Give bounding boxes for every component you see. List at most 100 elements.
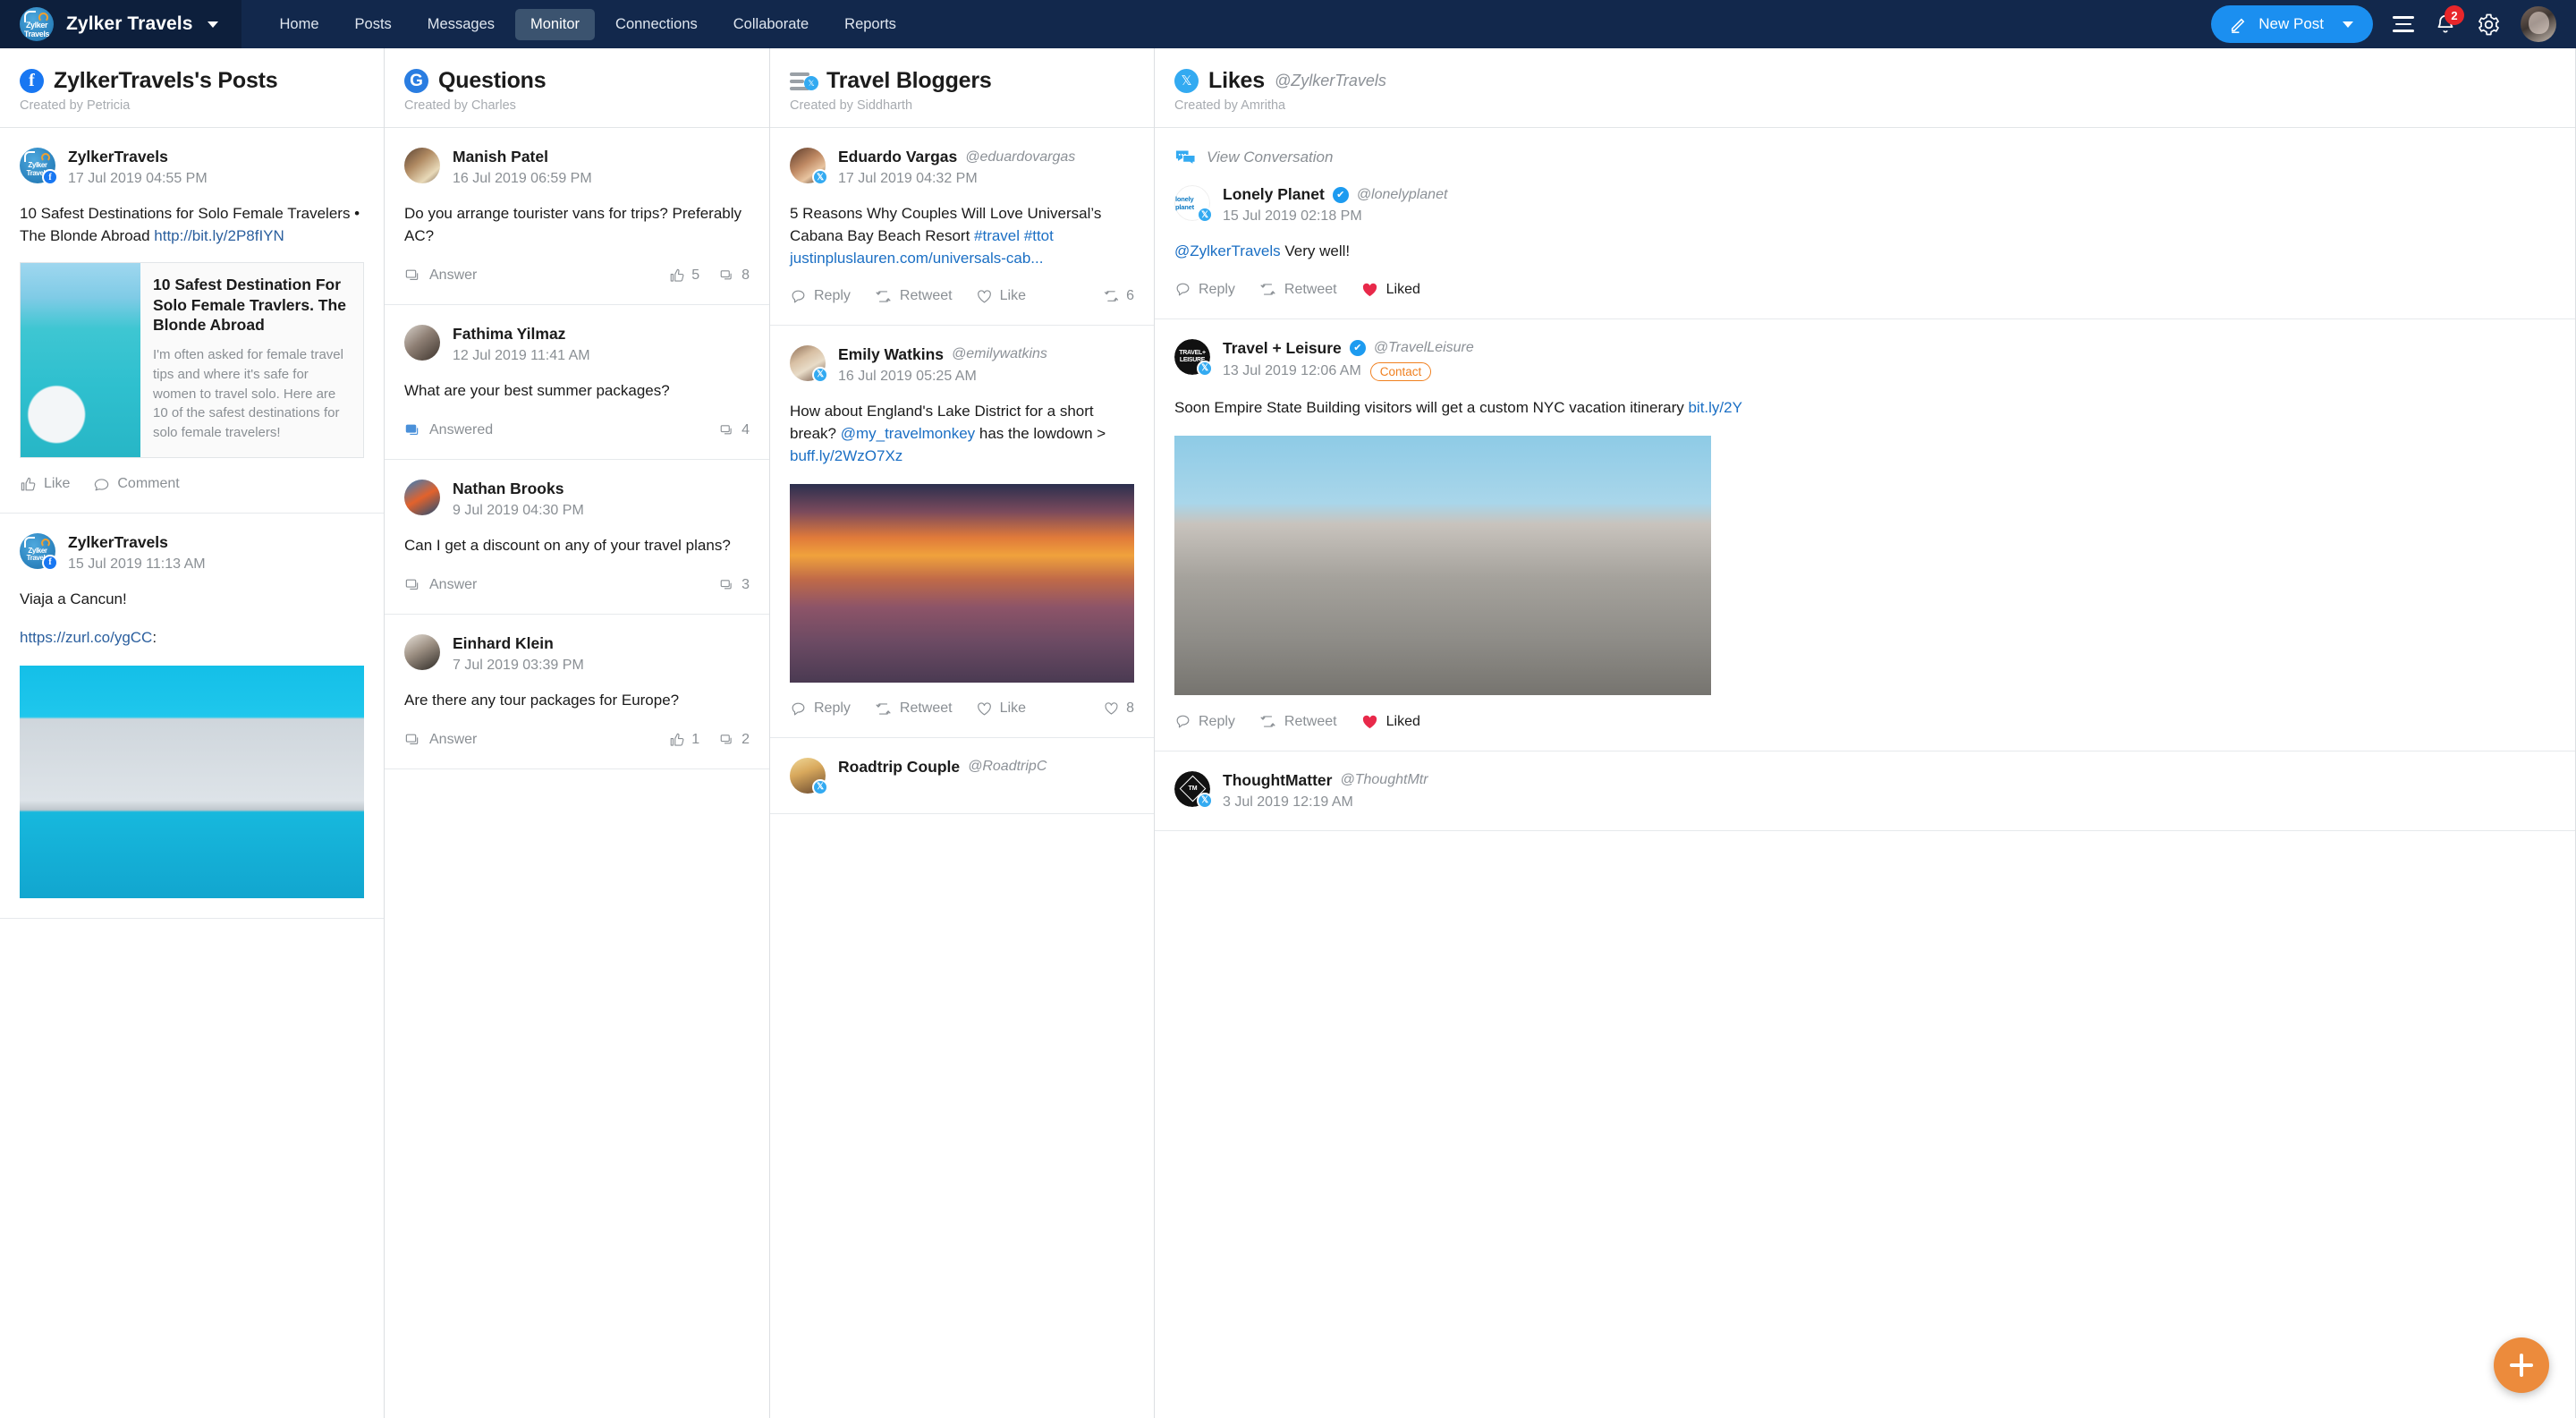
question-card[interactable]: Einhard Klein 7 Jul 2019 03:39 PM Are th… — [385, 615, 769, 769]
tweet-handle[interactable]: @ThoughtMtr — [1340, 772, 1428, 788]
chevron-down-icon[interactable] — [207, 21, 218, 28]
retweet-button[interactable]: Retweet — [874, 701, 953, 717]
question-card[interactable]: Fathima Yilmaz 12 Jul 2019 11:41 AM What… — [385, 305, 769, 460]
menu-icon[interactable] — [2393, 16, 2414, 32]
tweet-author[interactable]: Emily Watkins — [838, 345, 944, 364]
tweet-text: 5 Reasons Why Couples Will Love Universa… — [790, 203, 1134, 270]
comment-count-value: 4 — [741, 422, 750, 438]
nav-item-reports[interactable]: Reports — [829, 9, 911, 40]
column-body[interactable]: Manish Patel 16 Jul 2019 06:59 PM Do you… — [385, 128, 769, 1418]
nav-item-collaborate[interactable]: Collaborate — [718, 9, 824, 40]
avatar[interactable]: 𝕏 — [790, 757, 828, 795]
tweet-link[interactable]: buff.ly/2WzO7Xz — [790, 447, 902, 464]
reply-button[interactable]: Reply — [1174, 281, 1235, 298]
avatar[interactable]: TRAVEL+ LEISURE 𝕏 — [1174, 338, 1213, 377]
tweet-card[interactable]: TRAVEL+ LEISURE 𝕏 Travel + Leisure ✔ @Tra… — [1155, 319, 2575, 751]
retweet-label: Retweet — [1284, 713, 1337, 729]
avatar[interactable]: 𝕏 — [790, 344, 828, 383]
like-button[interactable]: Like — [20, 476, 70, 493]
nav-item-messages[interactable]: Messages — [412, 9, 510, 40]
retweet-button[interactable]: Retweet — [1258, 713, 1337, 730]
post-image[interactable] — [20, 665, 364, 898]
question-author[interactable]: Einhard Klein — [453, 634, 554, 653]
tweet-card[interactable]: View Conversation lonely planet 𝕏 Lonely… — [1155, 128, 2575, 319]
contact-badge[interactable]: Contact — [1369, 361, 1432, 381]
retweet-count-value: 6 — [1126, 288, 1134, 304]
tweet-handle[interactable]: @lonelyplanet — [1357, 187, 1448, 203]
answer-button[interactable]: Answer — [404, 732, 477, 749]
nav-item-connections[interactable]: Connections — [600, 9, 713, 40]
answer-label: Answer — [429, 577, 478, 593]
liked-button[interactable]: Liked — [1360, 713, 1420, 731]
add-column-fab-button[interactable] — [2494, 1337, 2549, 1393]
avatar[interactable] — [404, 148, 440, 183]
tweet-link[interactable]: bit.ly/2Y — [1688, 399, 1741, 416]
new-post-chevron-icon[interactable] — [2343, 21, 2353, 28]
answer-button[interactable]: Answer — [404, 577, 477, 594]
tweet-handle[interactable]: @eduardovargas — [965, 149, 1075, 166]
post-link[interactable]: https://zurl.co/ygCC — [20, 629, 152, 646]
avatar[interactable]: Zylker Travels f — [20, 148, 58, 185]
nav-item-posts[interactable]: Posts — [340, 9, 407, 40]
tweet-hashtags[interactable]: #travel #ttot — [974, 227, 1054, 244]
tweet-author[interactable]: ThoughtMatter — [1223, 771, 1332, 790]
answer-button[interactable]: Answer — [404, 267, 477, 284]
reply-button[interactable]: Reply — [1174, 713, 1235, 730]
reply-button[interactable]: Reply — [790, 701, 851, 717]
notifications-button[interactable]: 2 — [2434, 5, 2464, 37]
column-body[interactable]: View Conversation lonely planet 𝕏 Lonely… — [1155, 128, 2575, 1418]
tweet-link[interactable]: justinpluslauren.com/universals-cab... — [790, 250, 1043, 267]
view-conversation-button[interactable]: View Conversation — [1174, 148, 2555, 167]
reply-button[interactable]: Reply — [790, 288, 851, 305]
question-card[interactable]: Manish Patel 16 Jul 2019 06:59 PM Do you… — [385, 128, 769, 305]
tweet-author[interactable]: Travel + Leisure — [1223, 339, 1342, 358]
post-card[interactable]: Zylker Travels f ZylkerTravels 17 Jul 201… — [0, 128, 384, 514]
tweet-author[interactable]: Roadtrip Couple — [838, 758, 960, 777]
avatar[interactable] — [404, 633, 440, 670]
tweet-card[interactable]: 𝕏 Roadtrip Couple @RoadtripC — [770, 738, 1154, 814]
avatar[interactable] — [404, 479, 440, 515]
post-author[interactable]: ZylkerTravels — [68, 148, 168, 166]
like-button[interactable]: Like — [976, 288, 1026, 305]
like-button[interactable]: Like — [976, 701, 1026, 717]
new-post-button[interactable]: New Post — [2211, 5, 2373, 43]
settings-button[interactable] — [2477, 13, 2501, 37]
tweet-card[interactable]: 𝕏 ThoughtMatter @ThoughtMtr 3 Jul 2019 1… — [1155, 751, 2575, 831]
tweet-handle[interactable]: @TravelLeisure — [1374, 340, 1474, 356]
tweet-mention[interactable]: @my_travelmonkey — [841, 425, 975, 442]
tweet-handle[interactable]: @RoadtripC — [968, 759, 1046, 775]
liked-button[interactable]: Liked — [1360, 281, 1420, 299]
column-body[interactable]: 𝕏 Eduardo Vargas @eduardovargas 17 Jul 2… — [770, 128, 1154, 1418]
comment-button[interactable]: Comment — [93, 476, 180, 493]
post-card[interactable]: Zylker Travels f ZylkerTravels 15 Jul 201… — [0, 514, 384, 919]
tweet-mention[interactable]: @ZylkerTravels — [1174, 242, 1281, 259]
question-author[interactable]: Manish Patel — [453, 148, 548, 166]
tweet-actions: Reply Retweet Liked — [1174, 713, 2555, 731]
avatar[interactable]: Zylker Travels f — [20, 532, 58, 571]
retweet-button[interactable]: Retweet — [874, 288, 953, 305]
tweet-author[interactable]: Lonely Planet — [1223, 185, 1325, 204]
avatar[interactable]: 𝕏 — [1174, 770, 1213, 809]
tweet-image[interactable] — [1174, 435, 1711, 695]
post-link[interactable]: http://bit.ly/2P8fIYN — [154, 227, 284, 244]
nav-item-monitor[interactable]: Monitor — [515, 8, 596, 40]
nav-item-home[interactable]: Home — [265, 9, 335, 40]
tweet-card[interactable]: 𝕏 Emily Watkins @emilywatkins 16 Jul 201… — [770, 326, 1154, 738]
avatar[interactable]: 𝕏 — [790, 148, 828, 185]
column-body[interactable]: Zylker Travels f ZylkerTravels 17 Jul 201… — [0, 128, 384, 1418]
tweet-author[interactable]: Eduardo Vargas — [838, 148, 957, 166]
brand-switcher[interactable]: Zylker Travels Zylker Travels — [0, 0, 242, 48]
question-author[interactable]: Fathima Yilmaz — [453, 325, 565, 344]
answered-status[interactable]: Answered — [404, 422, 493, 439]
avatar[interactable]: lonely planet 𝕏 — [1174, 185, 1213, 223]
tweet-image[interactable] — [790, 483, 1134, 683]
avatar[interactable] — [404, 324, 440, 361]
retweet-button[interactable]: Retweet — [1258, 281, 1337, 298]
post-author[interactable]: ZylkerTravels — [68, 533, 168, 552]
user-avatar[interactable] — [2521, 6, 2556, 42]
question-author[interactable]: Nathan Brooks — [453, 480, 564, 498]
tweet-card[interactable]: 𝕏 Eduardo Vargas @eduardovargas 17 Jul 2… — [770, 128, 1154, 326]
tweet-handle[interactable]: @emilywatkins — [952, 346, 1047, 362]
link-preview-card[interactable]: 10 Safest Destination For Solo Female Tr… — [20, 261, 364, 458]
question-card[interactable]: Nathan Brooks 9 Jul 2019 04:30 PM Can I … — [385, 460, 769, 615]
